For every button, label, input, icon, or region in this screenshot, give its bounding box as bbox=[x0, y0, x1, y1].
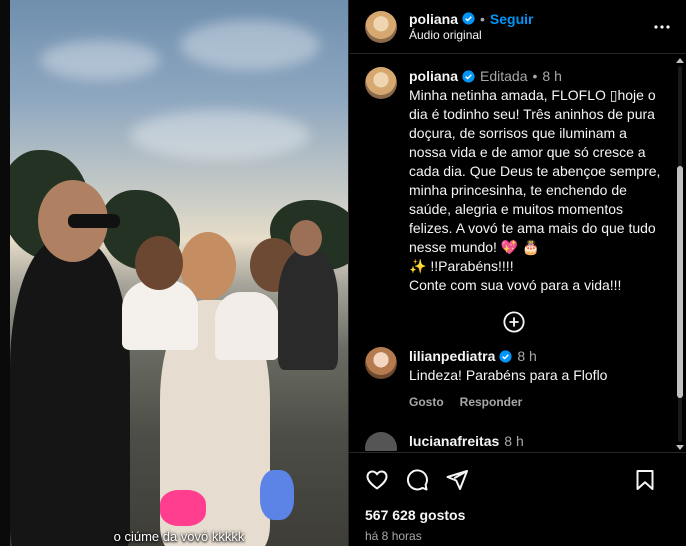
comment-time[interactable]: 8 h bbox=[517, 347, 536, 366]
comment-icon[interactable] bbox=[405, 468, 429, 492]
scroll-up-arrow-icon[interactable] bbox=[676, 58, 684, 63]
username-link[interactable]: poliana bbox=[409, 67, 458, 86]
comment-meta: lilianpediatra 8 h bbox=[409, 347, 607, 366]
blue-crocs bbox=[260, 470, 294, 520]
more-horizontal-icon[interactable] bbox=[654, 19, 670, 35]
scroll-thumb[interactable] bbox=[677, 166, 683, 398]
caption-line: Conte com sua vovó para a vida!!! bbox=[409, 277, 622, 293]
person-background-head bbox=[290, 220, 322, 256]
verified-badge-icon bbox=[462, 70, 475, 83]
video-caption-overlay: o ciúme da vovó kkkkk bbox=[113, 529, 245, 544]
comment-body: lucianafreitas 8 h bbox=[409, 432, 524, 451]
comment-body: lilianpediatra 8 h Lindeza! Parabéns par… bbox=[409, 347, 607, 412]
plus-circle-icon[interactable] bbox=[503, 311, 525, 333]
like-comment-button[interactable]: Gosto bbox=[409, 393, 444, 412]
caption-meta: poliana Editada • 8 h bbox=[409, 67, 663, 86]
avatar[interactable] bbox=[365, 67, 397, 99]
video-frame[interactable]: o ciúme da vovó kkkkk bbox=[10, 0, 348, 546]
avatar[interactable] bbox=[365, 10, 397, 43]
header-text: poliana • Seguir Áudio original bbox=[409, 11, 534, 43]
post-time[interactable]: 8 h bbox=[542, 67, 561, 86]
reply-button[interactable]: Responder bbox=[460, 393, 523, 412]
verified-badge-icon bbox=[462, 12, 475, 25]
post-actions-footer: 567 628 gostos há 8 horas bbox=[349, 452, 686, 546]
load-more-comments[interactable] bbox=[365, 311, 663, 333]
child-left-shirt bbox=[122, 280, 198, 350]
follow-button[interactable]: Seguir bbox=[490, 11, 534, 27]
likes-count[interactable]: 567 628 gostos bbox=[365, 507, 671, 523]
comments-list[interactable]: poliana Editada • 8 h Minha netinha amad… bbox=[349, 55, 675, 451]
comment-item: lilianpediatra 8 h Lindeza! Parabéns par… bbox=[365, 347, 663, 412]
username-link[interactable]: lilianpediatra bbox=[409, 347, 495, 366]
child-left-head bbox=[135, 236, 183, 290]
caption-body: poliana Editada • 8 h Minha netinha amad… bbox=[409, 67, 663, 295]
avatar[interactable] bbox=[365, 347, 397, 379]
sunglasses bbox=[68, 214, 120, 228]
audio-link[interactable]: Áudio original bbox=[409, 27, 534, 43]
child-right-shirt bbox=[215, 292, 279, 360]
person-man bbox=[10, 240, 130, 546]
cloud bbox=[40, 40, 160, 80]
cloud bbox=[180, 20, 320, 70]
caption-text: Minha netinha amada, FLOFLO ▯hoje o dia … bbox=[409, 87, 661, 255]
pink-crocs bbox=[160, 490, 206, 526]
separator-dot: • bbox=[480, 10, 485, 27]
action-icons bbox=[365, 467, 671, 493]
caption-line: ✨ !!Parabéns!!!! bbox=[409, 258, 514, 274]
send-icon[interactable] bbox=[445, 468, 469, 492]
comment-item-partial: lucianafreitas 8 h bbox=[365, 432, 663, 451]
person-background bbox=[278, 250, 338, 370]
heart-icon[interactable] bbox=[365, 468, 389, 492]
comment-time[interactable]: 8 h bbox=[504, 432, 523, 451]
avatar[interactable] bbox=[365, 432, 397, 451]
post-media[interactable]: o ciúme da vovó kkkkk bbox=[0, 0, 348, 546]
verified-badge-icon bbox=[499, 350, 512, 363]
scroll-down-arrow-icon[interactable] bbox=[676, 445, 684, 450]
comments-scrollbar[interactable] bbox=[676, 58, 684, 450]
comment-meta: lucianafreitas 8 h bbox=[409, 432, 524, 451]
bookmark-icon[interactable] bbox=[633, 468, 657, 492]
post-header: poliana • Seguir Áudio original bbox=[349, 0, 686, 54]
post-side-panel: poliana • Seguir Áudio original poliana bbox=[348, 0, 686, 546]
cloud bbox=[130, 110, 310, 160]
comment-actions: Gosto Responder bbox=[409, 393, 607, 412]
caption-row: poliana Editada • 8 h Minha netinha amad… bbox=[365, 67, 663, 295]
header-row: poliana • Seguir bbox=[409, 11, 534, 27]
username-link[interactable]: poliana bbox=[409, 11, 458, 27]
edited-label: Editada bbox=[480, 68, 528, 84]
separator-dot: • bbox=[532, 68, 538, 84]
comment-text: Lindeza! Parabéns para a Floflo bbox=[409, 367, 608, 383]
post-timestamp[interactable]: há 8 horas bbox=[365, 529, 671, 543]
username-link[interactable]: lucianafreitas bbox=[409, 432, 499, 451]
